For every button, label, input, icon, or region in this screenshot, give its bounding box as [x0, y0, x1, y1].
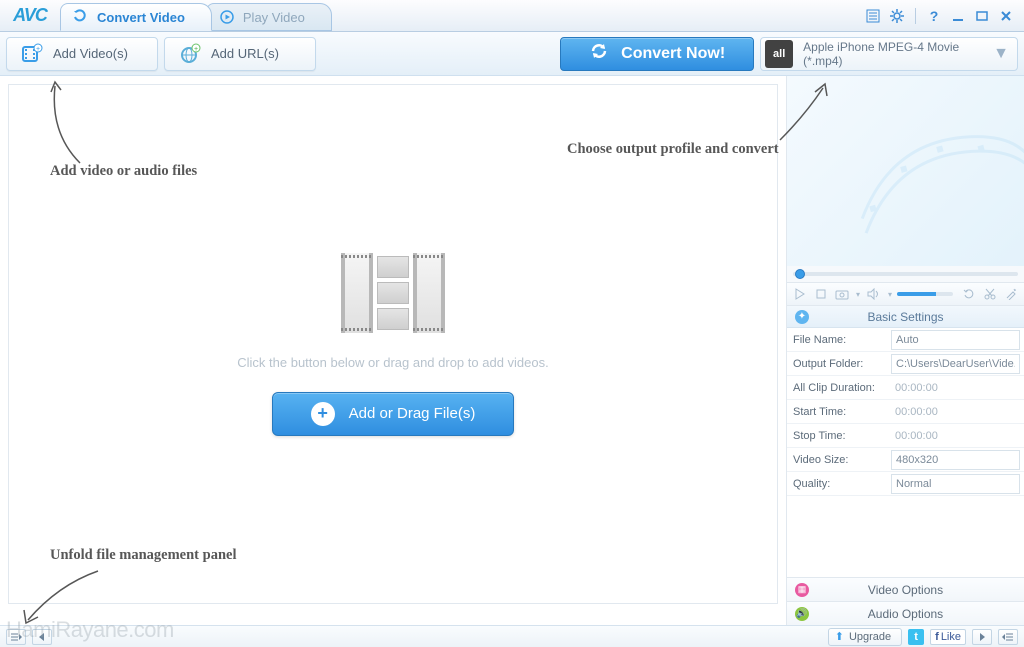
drop-canvas[interactable]: Click the button below or drag and drop … [8, 84, 778, 604]
row-all-clip-duration: All Clip Duration: 00:00:00 [787, 376, 1024, 400]
film-placeholder-icon [333, 253, 453, 333]
volume-slider[interactable] [897, 292, 953, 296]
add-urls-label: Add URL(s) [211, 46, 279, 61]
output-folder-input[interactable] [891, 354, 1020, 374]
stop-time-value: 00:00:00 [891, 430, 938, 442]
quality-select[interactable]: Normal [891, 474, 1020, 494]
snapshot-icon[interactable] [833, 285, 851, 303]
basic-settings-label: Basic Settings [795, 310, 1016, 324]
right-panel: ▾ ▾ ✦ Basic Settings File Name: Output F… [786, 76, 1024, 625]
upgrade-label: Upgrade [849, 631, 891, 643]
stop-icon[interactable] [812, 285, 830, 303]
rotate-icon[interactable] [960, 285, 978, 303]
panel-collapse-left-icon[interactable] [32, 629, 52, 645]
row-file-name: File Name: [787, 328, 1024, 352]
basic-settings-panel: File Name: Output Folder: All Clip Durat… [787, 328, 1024, 496]
facebook-like-button[interactable]: f Like [930, 629, 966, 645]
drop-hint-text: Click the button below or drag and drop … [237, 355, 548, 370]
panel-toggle-left-icon[interactable] [6, 629, 26, 645]
video-preview [787, 76, 1024, 266]
play-icon[interactable] [791, 285, 809, 303]
chevron-down-icon: ▼ [993, 45, 1009, 63]
help-icon[interactable]: ? [924, 6, 944, 26]
close-icon[interactable] [996, 6, 1016, 26]
row-stop-time: Stop Time: 00:00:00 [787, 424, 1024, 448]
status-bar: ⬆ Upgrade t f Like [0, 625, 1024, 647]
video-options-label: Video Options [795, 583, 1016, 597]
toolbar: + Add Video(s) + Add URL(s) Convert Now!… [0, 32, 1024, 76]
add-videos-button[interactable]: + Add Video(s) [6, 37, 158, 71]
convert-now-label: Convert Now! [621, 45, 725, 63]
app-logo: AVC [0, 0, 60, 31]
convert-refresh-icon [589, 41, 609, 66]
add-urls-button[interactable]: + Add URL(s) [164, 37, 316, 71]
volume-icon[interactable] [865, 285, 883, 303]
add-videos-label: Add Video(s) [53, 46, 128, 61]
row-output-folder: Output Folder: [787, 352, 1024, 376]
scrub-bar[interactable] [787, 266, 1024, 282]
convert-tab-icon [73, 9, 89, 25]
maximize-icon[interactable] [972, 6, 992, 26]
preview-controls: ▾ ▾ [787, 282, 1024, 306]
profile-label: Apple iPhone MPEG-4 Movie (*.mp4) [803, 40, 983, 68]
add-video-icon: + [21, 43, 43, 65]
audio-options-row[interactable]: 🔊 Audio Options [787, 601, 1024, 625]
effects-icon[interactable] [1002, 285, 1020, 303]
plus-circle-icon: + [311, 402, 335, 426]
upgrade-arrow-icon: ⬆ [835, 630, 844, 643]
scrub-thumb[interactable] [795, 269, 805, 279]
cut-icon[interactable] [981, 285, 999, 303]
start-time-value: 00:00:00 [891, 406, 938, 418]
settings-gear-icon[interactable] [887, 6, 907, 26]
audio-options-label: Audio Options [795, 607, 1016, 621]
preview-filmstrip-icon [822, 90, 1024, 263]
left-pane: Click the button below or drag and drop … [0, 76, 786, 625]
panel-collapse-right-icon[interactable] [972, 629, 992, 645]
svg-text:+: + [36, 46, 40, 53]
output-profile-selector[interactable]: all Apple iPhone MPEG-4 Movie (*.mp4) ▼ [760, 37, 1018, 71]
title-bar: AVC Convert Video Play Video ? [0, 0, 1024, 32]
main-area: Click the button below or drag and drop … [0, 76, 1024, 625]
menu-list-icon[interactable] [863, 6, 883, 26]
like-label: Like [941, 631, 961, 643]
row-quality: Quality: Normal [787, 472, 1024, 496]
add-or-drag-button[interactable]: + Add or Drag File(s) [272, 392, 515, 436]
main-tabs: Convert Video Play Video [60, 0, 855, 31]
profile-format-icon: all [765, 40, 793, 68]
separator [915, 8, 916, 24]
row-video-size: Video Size: 480x320 [787, 448, 1024, 472]
twitter-icon[interactable]: t [908, 629, 924, 645]
add-or-drag-label: Add or Drag File(s) [349, 405, 476, 422]
snapshot-dropdown-icon[interactable]: ▾ [854, 285, 862, 303]
file-name-input[interactable] [891, 330, 1020, 350]
play-tab-icon [219, 9, 235, 25]
titlebar-controls: ? [855, 0, 1024, 31]
tab-play-video[interactable]: Play Video [206, 3, 332, 31]
panel-toggle-right-icon[interactable] [998, 629, 1018, 645]
basic-settings-header[interactable]: ✦ Basic Settings [787, 306, 1024, 328]
volume-dropdown-icon[interactable]: ▾ [886, 285, 894, 303]
upgrade-button[interactable]: ⬆ Upgrade [828, 628, 902, 646]
all-clip-value: 00:00:00 [891, 382, 938, 394]
convert-now-button[interactable]: Convert Now! [560, 37, 754, 71]
tab-play-label: Play Video [243, 10, 305, 25]
video-size-select[interactable]: 480x320 [891, 450, 1020, 470]
minimize-icon[interactable] [948, 6, 968, 26]
svg-text:+: + [194, 46, 198, 53]
add-url-icon: + [179, 43, 201, 65]
video-options-row[interactable]: ▦ Video Options [787, 577, 1024, 601]
row-start-time: Start Time: 00:00:00 [787, 400, 1024, 424]
tab-convert-label: Convert Video [97, 10, 185, 25]
tab-convert-video[interactable]: Convert Video [60, 3, 212, 31]
